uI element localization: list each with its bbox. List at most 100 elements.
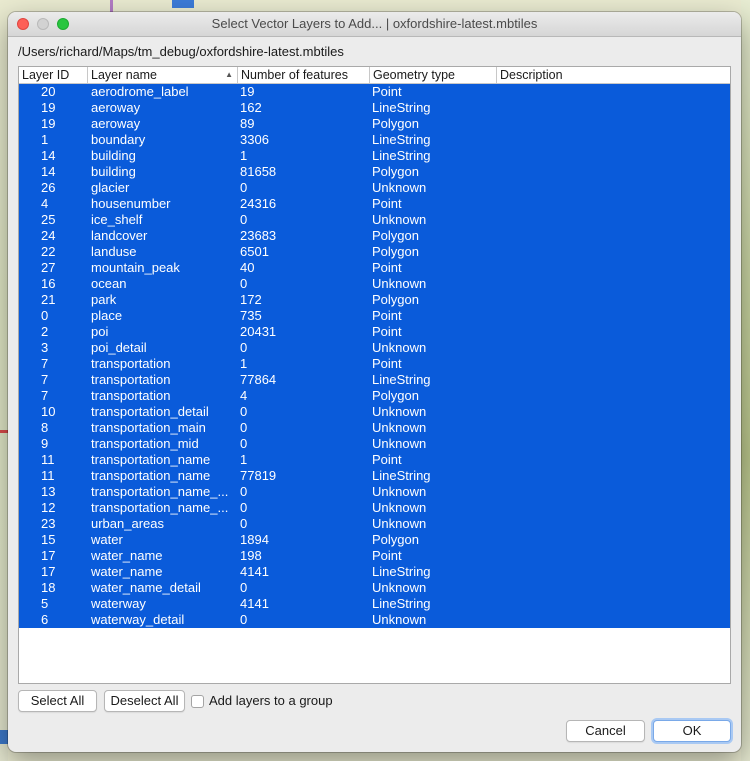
cancel-button[interactable]: Cancel bbox=[566, 720, 645, 742]
table-row[interactable]: 10 transportation_detail 0 Unknown bbox=[19, 404, 730, 420]
cell-layer-name: poi bbox=[91, 324, 109, 339]
deselect-all-button[interactable]: Deselect All bbox=[104, 690, 185, 712]
cell-description bbox=[499, 212, 719, 228]
table-row[interactable]: 3 poi_detail 0 Unknown bbox=[19, 340, 730, 356]
layers-table[interactable]: Layer ID Layer name ▲ Number of features… bbox=[18, 66, 731, 684]
table-row[interactable]: 1 boundary 3306 LineString bbox=[19, 132, 730, 148]
cell-feature-count: 77864 bbox=[240, 372, 277, 387]
cell-feature-count: 4141 bbox=[240, 596, 269, 611]
sort-ascending-icon: ▲ bbox=[225, 70, 233, 79]
column-header-layer-id[interactable]: Layer ID bbox=[19, 67, 88, 83]
table-row[interactable]: 2 poi 20431 Point bbox=[19, 324, 730, 340]
table-row[interactable]: 7 transportation 77864 LineString bbox=[19, 372, 730, 388]
table-row[interactable]: 17 water_name 198 Point bbox=[19, 548, 730, 564]
table-row[interactable]: 7 transportation 4 Polygon bbox=[19, 388, 730, 404]
cell-geometry-type: Unknown bbox=[372, 580, 427, 595]
cell-description bbox=[499, 356, 719, 372]
cell-layer-name: ice_shelf bbox=[91, 212, 143, 227]
table-row[interactable]: 13 transportation_name_... 0 Unknown bbox=[19, 484, 730, 500]
cell-layer-name: transportation bbox=[91, 388, 171, 403]
table-row[interactable]: 25 ice_shelf 0 Unknown bbox=[19, 212, 730, 228]
table-row[interactable]: 27 mountain_peak 40 Point bbox=[19, 260, 730, 276]
table-row[interactable]: 12 transportation_name_... 0 Unknown bbox=[19, 500, 730, 516]
cell-layer-name: water bbox=[91, 532, 123, 547]
table-row[interactable]: 6 waterway_detail 0 Unknown bbox=[19, 612, 730, 628]
cell-layer-name: ocean bbox=[91, 276, 127, 291]
map-strip-left bbox=[0, 0, 8, 761]
table-row[interactable]: 17 water_name 4141 LineString bbox=[19, 564, 730, 580]
select-all-button[interactable]: Select All bbox=[18, 690, 97, 712]
cell-layer-name: park bbox=[91, 292, 117, 307]
cell-description bbox=[499, 276, 719, 292]
table-row[interactable]: 18 water_name_detail 0 Unknown bbox=[19, 580, 730, 596]
map-marker bbox=[0, 730, 8, 744]
table-row[interactable]: 15 water 1894 Polygon bbox=[19, 532, 730, 548]
table-row[interactable]: 26 glacier 0 Unknown bbox=[19, 180, 730, 196]
cell-layer-name: building bbox=[91, 164, 136, 179]
table-row[interactable]: 0 place 735 Point bbox=[19, 308, 730, 324]
cell-geometry-type: Unknown bbox=[372, 500, 427, 515]
table-row[interactable]: 5 waterway 4141 LineString bbox=[19, 596, 730, 612]
table-row[interactable]: 23 urban_areas 0 Unknown bbox=[19, 516, 730, 532]
cell-feature-count: 0 bbox=[240, 420, 248, 435]
table-row[interactable]: 14 building 81658 Polygon bbox=[19, 164, 730, 180]
column-header-layer-name[interactable]: Layer name ▲ bbox=[88, 67, 238, 83]
cell-geometry-type: Point bbox=[372, 548, 402, 563]
cell-layer-name: aeroway bbox=[91, 100, 141, 115]
cell-layer-id: 27 bbox=[41, 260, 56, 275]
table-row[interactable]: 20 aerodrome_label 19 Point bbox=[19, 84, 730, 100]
column-header-feature-count[interactable]: Number of features bbox=[238, 67, 370, 83]
cell-layer-id: 11 bbox=[41, 452, 55, 467]
cell-geometry-type: Unknown bbox=[372, 516, 427, 531]
column-header-geometry-type[interactable]: Geometry type bbox=[370, 67, 497, 83]
table-row[interactable]: 16 ocean 0 Unknown bbox=[19, 276, 730, 292]
table-row[interactable]: 11 transportation_name 1 Point bbox=[19, 452, 730, 468]
table-row[interactable]: 11 transportation_name 77819 LineString bbox=[19, 468, 730, 484]
table-row[interactable]: 9 transportation_mid 0 Unknown bbox=[19, 436, 730, 452]
cell-geometry-type: Polygon bbox=[372, 292, 419, 307]
cell-feature-count: 0 bbox=[240, 212, 248, 227]
cell-layer-id: 18 bbox=[41, 580, 56, 595]
cell-layer-id: 7 bbox=[41, 356, 49, 371]
cell-feature-count: 89 bbox=[240, 116, 255, 131]
title-bar[interactable]: Select Vector Layers to Add... | oxfords… bbox=[8, 12, 741, 37]
ok-button[interactable]: OK bbox=[653, 720, 731, 742]
table-row[interactable]: 7 transportation 1 Point bbox=[19, 356, 730, 372]
cell-layer-name: transportation_name_... bbox=[91, 500, 229, 515]
cell-description bbox=[499, 468, 719, 484]
table-row[interactable]: 21 park 172 Polygon bbox=[19, 292, 730, 308]
table-row[interactable]: 14 building 1 LineString bbox=[19, 148, 730, 164]
table-row[interactable]: 24 landcover 23683 Polygon bbox=[19, 228, 730, 244]
add-to-group-label: Add layers to a group bbox=[209, 693, 333, 708]
cell-geometry-type: Polygon bbox=[372, 244, 419, 259]
column-header-description[interactable]: Description bbox=[497, 67, 730, 83]
cell-layer-id: 15 bbox=[41, 532, 56, 547]
cell-layer-id: 6 bbox=[41, 612, 49, 627]
cell-feature-count: 6501 bbox=[240, 244, 269, 259]
table-row[interactable]: 19 aeroway 89 Polygon bbox=[19, 116, 730, 132]
cell-feature-count: 162 bbox=[240, 100, 262, 115]
cell-feature-count: 77819 bbox=[240, 468, 277, 483]
table-row[interactable]: 19 aeroway 162 LineString bbox=[19, 100, 730, 116]
cell-feature-count: 0 bbox=[240, 404, 248, 419]
cell-layer-id: 1 bbox=[41, 132, 49, 147]
cell-geometry-type: Point bbox=[372, 356, 402, 371]
table-row[interactable]: 22 landuse 6501 Polygon bbox=[19, 244, 730, 260]
table-row[interactable]: 8 transportation_main 0 Unknown bbox=[19, 420, 730, 436]
cell-layer-id: 2 bbox=[41, 324, 49, 339]
cell-layer-name: water_name_detail bbox=[91, 580, 201, 595]
cell-geometry-type: Unknown bbox=[372, 436, 427, 451]
add-to-group-checkbox[interactable] bbox=[191, 695, 204, 708]
cell-geometry-type: Polygon bbox=[372, 228, 419, 243]
cell-geometry-type: Polygon bbox=[372, 164, 419, 179]
cell-layer-id: 14 bbox=[41, 148, 56, 163]
cell-layer-id: 26 bbox=[41, 180, 56, 195]
cell-feature-count: 19 bbox=[240, 84, 255, 99]
cell-layer-id: 11 bbox=[41, 468, 55, 483]
cell-description bbox=[499, 228, 719, 244]
cell-geometry-type: Unknown bbox=[372, 212, 427, 227]
table-header: Layer ID Layer name ▲ Number of features… bbox=[19, 67, 730, 84]
cell-geometry-type: Polygon bbox=[372, 388, 419, 403]
table-row[interactable]: 4 housenumber 24316 Point bbox=[19, 196, 730, 212]
cell-description bbox=[499, 164, 719, 180]
